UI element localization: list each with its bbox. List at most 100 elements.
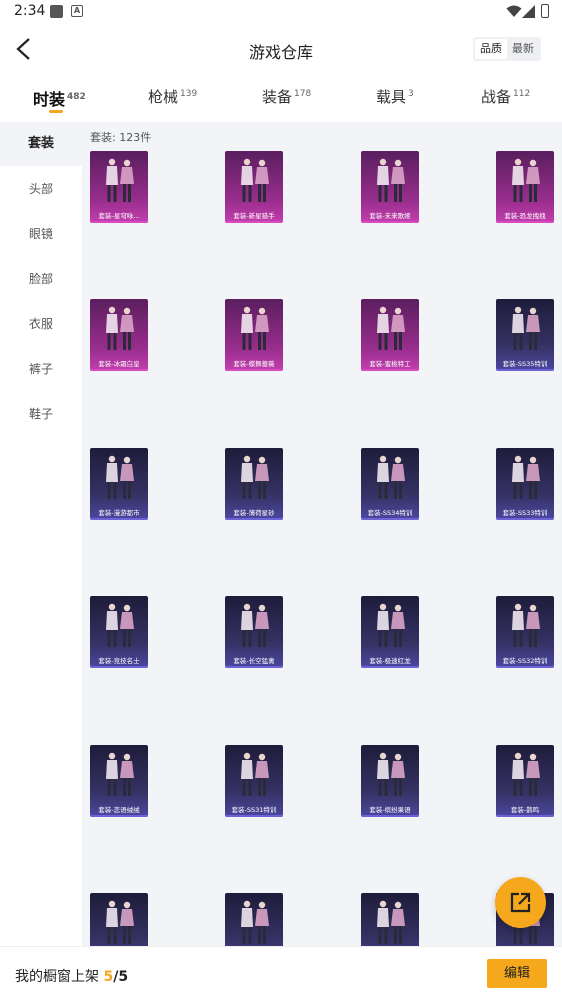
tab-label: 枪械 [148,88,179,106]
tab-count: 3 [408,89,414,99]
outfit-card-label: 套装-极速红龙 [369,657,411,665]
outfit-card-label: 套装-未来歌姬 [369,212,411,220]
outfit-card-label: 套装-鹊鸣 [510,806,540,814]
sidebar-item-sets[interactable]: 套装 [0,122,82,166]
outfit-card[interactable]: 套装-鹊鸣 [496,745,554,817]
showcase-total: 5 [118,969,129,985]
outfit-card[interactable]: 套装-缤纷果语 [361,745,419,817]
item-count-label: 套装: 123件 [90,131,152,144]
outfit-card[interactable]: 套装-SS34特训 [361,448,419,520]
tab-equipment[interactable]: 装备 178 [262,86,311,107]
outfit-card[interactable]: 套装-蝶舞蔷薇 [225,299,283,371]
outfit-figure-icon [512,752,540,796]
outfit-figure-icon [241,306,269,350]
outfit-card[interactable]: 套装-蜜桃特工 [361,299,419,371]
outfit-figure-icon [106,900,134,944]
outfit-figure-icon [512,158,540,202]
outfit-card-label: 套装-竞技名士 [98,657,140,665]
tab-label: 时装 [33,90,66,109]
outfit-card[interactable]: 套装-竞技名士 [90,596,148,668]
outfit-card[interactable]: 套装-恐龙拽拽 [496,151,554,223]
tab-vehicles[interactable]: 载具 3 [376,86,414,107]
outfit-figure-icon [377,752,405,796]
outfit-card-label: 套装-缤纷果语 [369,806,411,814]
share-button[interactable] [495,877,546,928]
showcase-bar: 我的橱窗上架 5/5 编辑 [0,946,562,999]
status-bar: 2:34 A [0,0,562,24]
outfit-card[interactable]: 套装-冰霜白皇 [90,299,148,371]
cell-signal-icon [522,5,535,18]
outfit-card[interactable]: 套装-星穹咏... [90,151,148,223]
showcase-label: 我的橱窗上架 [15,969,99,985]
tab-label: 战备 [481,88,512,106]
outfit-card[interactable]: 套装-长空猛禽 [225,596,283,668]
outfit-card[interactable]: 套装-薄荷星砂 [225,448,283,520]
battery-icon [541,4,549,18]
status-time: 2:34 [14,3,46,19]
outfit-figure-icon [241,752,269,796]
outfit-figure-icon [512,306,540,350]
tab-guns[interactable]: 枪械 139 [148,86,197,107]
outfit-figure-icon [377,455,405,499]
outfit-figure-icon [241,603,269,647]
outfit-card-label: 套装-新星猎手 [233,212,275,220]
showcase-status: 我的橱窗上架 5/5 [15,966,128,986]
a-notification-icon: A [71,5,83,17]
outfit-card[interactable]: 套装-漫游都市 [90,448,148,520]
outfit-card-label: 套装-蜜桃特工 [369,360,411,368]
outfit-card[interactable]: 套装-SS35特训 [496,299,554,371]
outfit-figure-icon [377,306,405,350]
sidebar-item-head[interactable]: 头部 [0,167,82,211]
outfit-figure-icon [377,900,405,944]
outfit-card-label: 套装-蝶舞蔷薇 [233,360,275,368]
item-grid-area: 套装: 123件 套装-星穹咏... 套装-新星猎手 套装-未来歌姬 套装-恐龙拽拽套… [82,122,562,999]
outfit-figure-icon [377,158,405,202]
outfit-card[interactable]: 套装-未来歌姬 [361,151,419,223]
outfit-figure-icon [106,158,134,202]
tab-count: 178 [294,89,312,99]
sort-toggle: 品质 最新 [473,37,541,61]
tab-count: 139 [180,89,198,99]
outfit-card-label: 套装-冰霜白皇 [98,360,140,368]
share-icon [510,892,531,913]
outfit-card-label: 套装-SS35特训 [502,360,548,368]
outfit-card-label: 套装-SS32特训 [502,657,548,665]
outfit-card-label: 套装-恋语绒绒 [98,806,140,814]
sidebar-item-pants[interactable]: 裤子 [0,347,82,391]
outfit-figure-icon [106,752,134,796]
tab-count: 482 [67,92,86,102]
outfit-figure-icon [512,455,540,499]
outfit-card[interactable]: 套装-极速红龙 [361,596,419,668]
outfit-figure-icon [106,455,134,499]
outfit-card[interactable]: 套装-恋语绒绒 [90,745,148,817]
active-tab-indicator [49,110,63,113]
edit-button[interactable]: 编辑 [487,959,547,988]
header: 游戏仓库 品质 最新 [0,24,562,74]
tab-label: 载具 [376,88,407,106]
tab-label: 装备 [262,88,293,106]
outfit-figure-icon [241,455,269,499]
tab-count: 112 [513,89,531,99]
outfit-card-label: 套装-SS33特训 [502,509,548,517]
sidebar-item-glasses[interactable]: 眼镜 [0,212,82,256]
sort-newest-option[interactable]: 最新 [507,39,539,59]
tab-outfits[interactable]: 时装 482 [33,86,86,110]
showcase-count: 5 [103,969,114,985]
sidebar-item-face[interactable]: 脸部 [0,257,82,301]
outfit-card-label: 套装-SS31特训 [231,806,277,814]
tab-battle-prep[interactable]: 战备 112 [481,86,530,107]
outfit-card[interactable]: 套装-新星猎手 [225,151,283,223]
outfit-card-label: 套装-薄荷星砂 [233,509,275,517]
sidebar-item-clothes[interactable]: 衣服 [0,302,82,346]
outfit-card[interactable]: 套装-SS33特训 [496,448,554,520]
outfit-card[interactable]: 套装-SS32特训 [496,596,554,668]
outfit-figure-icon [377,603,405,647]
outfit-card-label: 套装-星穹咏... [98,212,140,220]
outfit-figure-icon [241,900,269,944]
wifi-icon [506,5,522,17]
sidebar-item-shoes[interactable]: 鞋子 [0,392,82,436]
outfit-card[interactable]: 套装-SS31特训 [225,745,283,817]
sort-quality-option[interactable]: 品质 [475,39,507,59]
outfit-figure-icon [106,306,134,350]
outfit-card-label: 套装-长空猛禽 [233,657,275,665]
